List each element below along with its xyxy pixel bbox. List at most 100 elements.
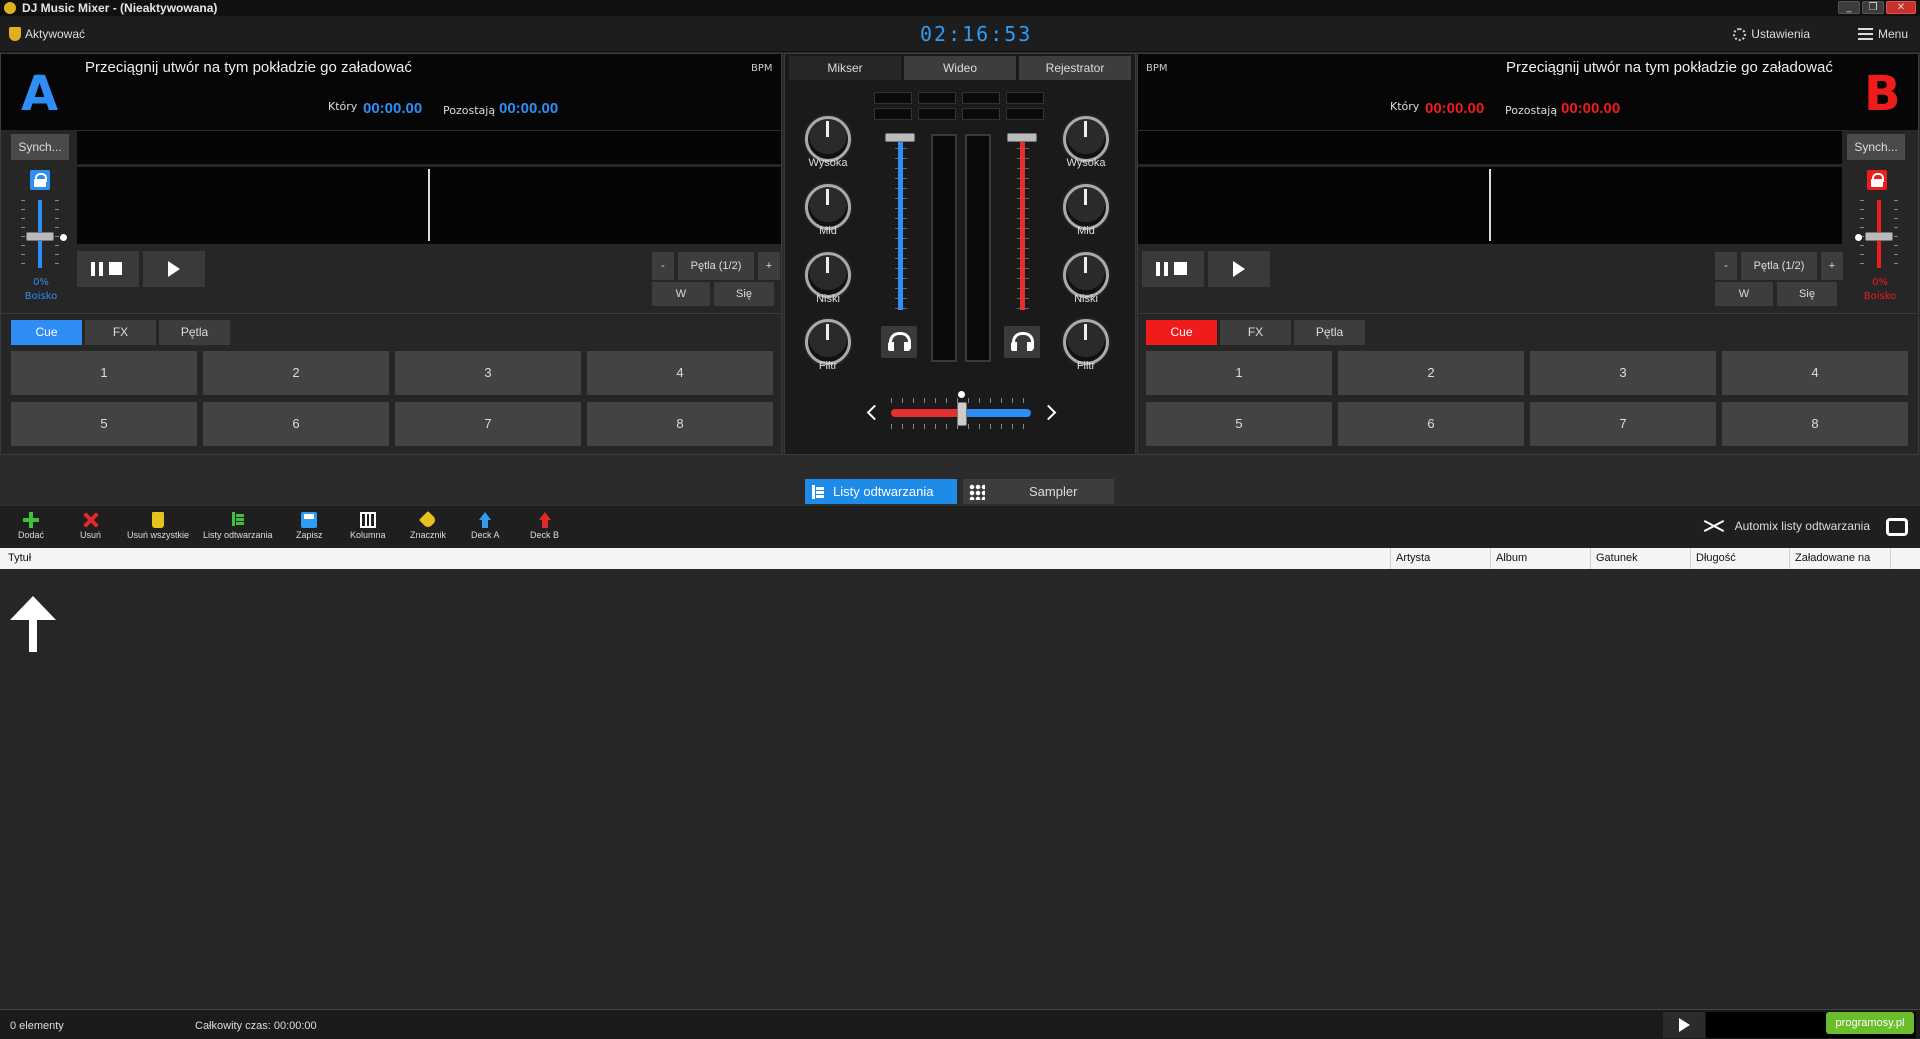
playlists-button[interactable]: Listy odtwarzania <box>203 512 273 540</box>
crossfader-handle[interactable] <box>957 402 967 426</box>
channel-a-fader[interactable] <box>898 138 903 310</box>
save-button[interactable]: Zapisz <box>296 512 323 540</box>
remove-all-button[interactable]: Usuń wszystkie <box>127 512 189 540</box>
column-loaded-on[interactable]: Załadowane na <box>1795 552 1870 564</box>
playlist-table-body[interactable] <box>0 569 1920 1009</box>
deck-a-pad-3[interactable]: 3 <box>395 351 581 395</box>
deck-b-pad-6[interactable]: 6 <box>1338 402 1524 446</box>
deck-a-loop-plus[interactable]: + <box>758 252 780 280</box>
deck-a-loop-in[interactable]: W <box>652 282 710 306</box>
deck-a-pad-7[interactable]: 7 <box>395 402 581 446</box>
deck-b-pad-7[interactable]: 7 <box>1530 402 1716 446</box>
deck-b-pad-5[interactable]: 5 <box>1146 402 1332 446</box>
deck-b-play-button[interactable] <box>1208 251 1270 287</box>
deck-a-lock-icon[interactable] <box>30 170 50 190</box>
maximize-button[interactable]: ❐ <box>1862 1 1884 14</box>
deck-a-pad-5[interactable]: 5 <box>11 402 197 446</box>
deck-a-sync-button[interactable]: Synch... <box>11 134 69 160</box>
knob-b-low[interactable] <box>1063 252 1109 298</box>
deck-b-pad-2[interactable]: 2 <box>1338 351 1524 395</box>
column-button[interactable]: Kolumna <box>350 512 386 540</box>
tab-playlists[interactable]: Listy odtwarzania <box>805 479 957 504</box>
deck-a-waveform[interactable] <box>77 167 781 244</box>
deck-a-waveform-overview[interactable] <box>77 130 781 164</box>
deck-b-waveform[interactable] <box>1138 167 1842 244</box>
knob-b-mid-label: Mid <box>1077 225 1095 237</box>
deck-b-tab-fx[interactable]: FX <box>1220 320 1291 345</box>
menu-button[interactable]: Menu <box>1857 27 1908 41</box>
channel-a-fader-handle[interactable] <box>885 133 915 142</box>
channel-b-fader-handle[interactable] <box>1007 133 1037 142</box>
deck-b-loop-minus[interactable]: - <box>1715 252 1737 280</box>
deck-b-pad-4[interactable]: 4 <box>1722 351 1908 395</box>
deck-b-load-button[interactable]: Deck B <box>530 512 559 540</box>
deck-b-loop-size[interactable]: Pętla (1/2) <box>1741 252 1817 280</box>
deck-b-loop-out[interactable]: Się <box>1777 282 1837 306</box>
tab-video[interactable]: Wideo <box>904 56 1016 80</box>
deck-b-lock-icon[interactable] <box>1867 170 1887 190</box>
deck-a-pad-6[interactable]: 6 <box>203 402 389 446</box>
minimize-button[interactable]: _ <box>1838 1 1860 14</box>
deck-a-loop-out[interactable]: Się <box>714 282 774 306</box>
add-button[interactable]: Dodać <box>18 512 44 540</box>
deck-b-load-label: Deck B <box>530 530 560 540</box>
preview-play-button[interactable] <box>1663 1012 1705 1038</box>
deck-b-pitch-handle[interactable] <box>1865 232 1893 241</box>
chevron-left-icon[interactable] <box>866 404 883 421</box>
status-bar: 0 elementy Całkowity czas: 00:00:00 prog… <box>0 1009 1920 1039</box>
deck-a-pad-8[interactable]: 8 <box>587 402 773 446</box>
arrow-up-blue-icon <box>477 512 493 528</box>
deck-a-play-button[interactable] <box>143 251 205 287</box>
deck-a-pitch-handle[interactable] <box>26 232 54 241</box>
column-title[interactable]: Tytuł <box>8 552 31 564</box>
automix-label: Automix listy odtwarzania <box>1734 519 1870 533</box>
headphone-a-icon[interactable] <box>881 326 917 358</box>
deck-a-pad-4[interactable]: 4 <box>587 351 773 395</box>
deck-b-pause-stop-button[interactable] <box>1142 251 1204 287</box>
knob-a-mid[interactable] <box>805 184 851 230</box>
deck-b-pad-1[interactable]: 1 <box>1146 351 1332 395</box>
deck-a-pad-1[interactable]: 1 <box>11 351 197 395</box>
knob-a-filter[interactable] <box>805 319 851 365</box>
deck-a-loop-minus[interactable]: - <box>652 252 674 280</box>
column-album[interactable]: Album <box>1496 552 1527 564</box>
marker-button[interactable]: Znacznik <box>410 510 446 540</box>
deck-b-pad-8[interactable]: 8 <box>1722 402 1908 446</box>
tab-recorder[interactable]: Rejestrator <box>1019 56 1131 80</box>
remove-button[interactable]: Usuń <box>80 512 101 540</box>
column-genre[interactable]: Gatunek <box>1596 552 1638 564</box>
deck-b-waveform-overview[interactable] <box>1138 130 1842 164</box>
channel-b-fader[interactable] <box>1020 138 1025 310</box>
deck-b-pad-3[interactable]: 3 <box>1530 351 1716 395</box>
knob-a-high[interactable] <box>805 116 851 162</box>
tab-sampler[interactable]: Sampler <box>963 479 1114 504</box>
activate-button[interactable]: Aktywować <box>9 27 85 41</box>
knob-b-mid[interactable] <box>1063 184 1109 230</box>
deck-a-tab-fx[interactable]: FX <box>85 320 156 345</box>
settings-button[interactable]: Ustawienia <box>1733 27 1810 41</box>
deck-a-loop-size[interactable]: Pętla (1/2) <box>678 252 754 280</box>
deck-a-pitch-dot <box>60 234 67 241</box>
headphone-b-icon[interactable] <box>1004 326 1040 358</box>
automix-button[interactable]: Automix listy odtwarzania <box>1703 519 1870 533</box>
chevron-right-icon[interactable] <box>1040 404 1057 421</box>
deck-b-tab-loop[interactable]: Pętla <box>1294 320 1365 345</box>
column-artist[interactable]: Artysta <box>1396 552 1430 564</box>
deck-a-tab-cue[interactable]: Cue <box>11 320 82 345</box>
column-length[interactable]: Długość <box>1696 552 1736 564</box>
deck-a-load-button[interactable]: Deck A <box>471 512 500 540</box>
deck-b-loop-in[interactable]: W <box>1715 282 1773 306</box>
knob-b-filter[interactable] <box>1063 319 1109 365</box>
deck-b-loop-plus[interactable]: + <box>1821 252 1843 280</box>
knob-a-low[interactable] <box>805 252 851 298</box>
tab-mixer[interactable]: Mikser <box>789 56 901 80</box>
deck-b-sync-button[interactable]: Synch... <box>1847 134 1905 160</box>
deck-a-tab-loop[interactable]: Pętla <box>159 320 230 345</box>
knob-b-high[interactable] <box>1063 116 1109 162</box>
repeat-icon[interactable] <box>1886 518 1908 536</box>
deck-b-tab-cue[interactable]: Cue <box>1146 320 1217 345</box>
deck-a-pad-2[interactable]: 2 <box>203 351 389 395</box>
close-button[interactable]: ✕ <box>1886 1 1916 14</box>
deck-a-pause-stop-button[interactable] <box>77 251 139 287</box>
deck-b-pads: 1 2 3 4 5 6 7 8 <box>1146 351 1908 446</box>
